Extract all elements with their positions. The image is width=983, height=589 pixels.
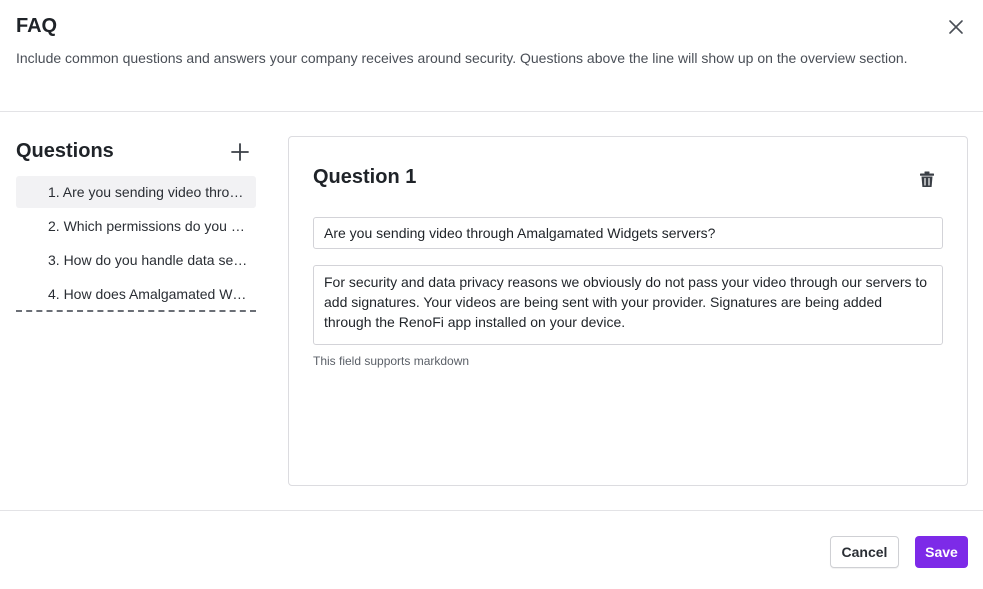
close-button[interactable] (945, 16, 967, 38)
modal-title: FAQ (16, 15, 58, 37)
cancel-button[interactable]: Cancel (830, 536, 899, 568)
sidebar-header: Questions (16, 136, 256, 170)
delete-question-button[interactable] (916, 168, 938, 190)
markdown-hint: This field supports markdown (313, 354, 470, 368)
close-icon (949, 20, 963, 34)
question-editor: Question 1 For security and data privacy… (288, 136, 968, 486)
sidebar-title: Questions (16, 140, 114, 162)
question-list-item-1[interactable]: 1. Are you sending video through Amalgam… (16, 176, 256, 208)
question-list-item-2[interactable]: 2. Which permissions do you need? (16, 210, 256, 242)
plus-icon (231, 143, 249, 161)
overview-cutoff-divider[interactable] (16, 310, 256, 312)
question-input[interactable] (313, 217, 943, 249)
modal-subtitle: Include common questions and answers you… (16, 50, 908, 66)
question-list-item-4[interactable]: 4. How does Amalgamated Widgets work? (16, 278, 256, 310)
answer-textarea[interactable]: For security and data privacy reasons we… (313, 265, 943, 345)
save-button[interactable]: Save (915, 536, 968, 568)
questions-sidebar: Questions 1. Are you sending video throu… (16, 136, 256, 312)
trash-icon (920, 171, 934, 187)
modal-footer: Cancel Save (0, 510, 983, 589)
modal-header: FAQ Include common questions and answers… (0, 0, 983, 112)
question-list: 1. Are you sending video through Amalgam… (16, 176, 256, 312)
question-list-item-3[interactable]: 3. How do you handle data security? (16, 244, 256, 276)
add-question-button[interactable] (228, 140, 252, 164)
editor-title: Question 1 (313, 166, 417, 188)
